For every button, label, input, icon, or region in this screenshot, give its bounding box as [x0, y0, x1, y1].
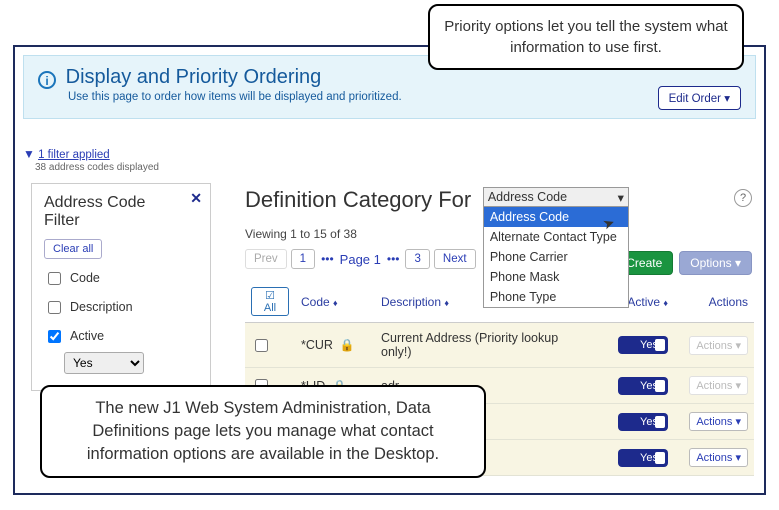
- checkbox-description[interactable]: [48, 301, 61, 314]
- col-actions: Actions: [674, 281, 754, 323]
- banner-title: Display and Priority Ordering: [66, 66, 322, 88]
- info-icon: i: [38, 71, 56, 89]
- page-1-button[interactable]: 1: [291, 249, 315, 269]
- dropdown-item[interactable]: Address Code: [484, 207, 628, 227]
- ellipsis-icon: •••: [385, 252, 402, 266]
- page-title: Definition Category For: [245, 187, 471, 213]
- all-label: All: [264, 302, 276, 314]
- cell-code: *CUR 🔒: [295, 323, 375, 368]
- filter-option-code[interactable]: Code: [44, 269, 198, 288]
- col-code[interactable]: Code ♦: [295, 281, 375, 323]
- checkbox-code[interactable]: [48, 272, 61, 285]
- filter-option-label: Description: [70, 300, 133, 314]
- filter-option-active[interactable]: Active: [44, 327, 198, 346]
- sort-icon: ♦: [333, 298, 338, 308]
- filter-applied-link[interactable]: 1 filter applied: [38, 149, 110, 161]
- sort-icon: ♦: [663, 298, 668, 308]
- table-row: *CUR 🔒Current Address (Priority lookup o…: [245, 323, 754, 368]
- active-toggle[interactable]: Yes: [618, 449, 668, 467]
- close-icon[interactable]: ✕: [190, 190, 202, 207]
- active-toggle[interactable]: Yes: [618, 336, 668, 354]
- active-select[interactable]: Yes: [64, 352, 144, 374]
- funnel-icon: ▼: [23, 147, 35, 161]
- sidebar-filter-panel: ✕ Address Code Filter Clear all Code Des…: [31, 183, 211, 391]
- select-all-button[interactable]: ☑ All: [251, 287, 289, 316]
- active-toggle[interactable]: Yes: [618, 413, 668, 431]
- row-actions-button: Actions ▾: [689, 376, 748, 395]
- callout-top: Priority options let you tell the system…: [428, 4, 744, 70]
- page-3-button[interactable]: 3: [405, 249, 429, 269]
- page-indicator: Page 1: [340, 252, 381, 267]
- row-actions-button[interactable]: Actions ▾: [689, 412, 748, 431]
- ellipsis-icon: •••: [319, 252, 336, 266]
- category-select-value: Address Code: [488, 190, 567, 204]
- filter-sub: 38 address codes displayed: [35, 162, 159, 173]
- active-toggle[interactable]: Yes: [618, 377, 668, 395]
- prev-button[interactable]: Prev: [245, 249, 287, 269]
- filter-applied-row: ▼ 1 filter applied 38 address codes disp…: [23, 147, 159, 173]
- cell-description: Current Address (Priority lookup only!): [375, 323, 594, 368]
- lock-icon: 🔒: [340, 338, 355, 352]
- options-button[interactable]: Options ▾: [679, 251, 752, 275]
- options-label: Options: [690, 256, 731, 270]
- caret-down-icon: ▾: [735, 256, 741, 270]
- sort-icon: ♦: [444, 298, 449, 308]
- row-checkbox[interactable]: [255, 339, 268, 352]
- callout-bottom: The new J1 Web System Administration, Da…: [40, 385, 486, 478]
- edit-order-label: Edit Order: [669, 93, 721, 105]
- caret-down-icon: ▾: [724, 93, 730, 105]
- dropdown-item[interactable]: Phone Carrier: [484, 247, 628, 267]
- category-select[interactable]: Address Code ▾: [483, 187, 629, 207]
- row-actions-button[interactable]: Actions ▾: [689, 448, 748, 467]
- chevron-down-icon: ▾: [618, 190, 624, 205]
- dropdown-item[interactable]: Alternate Contact Type: [484, 227, 628, 247]
- dropdown-item[interactable]: Phone Type: [484, 287, 628, 307]
- category-dropdown: Address Code Alternate Contact Type Phon…: [483, 207, 629, 308]
- filter-option-label: Active: [70, 329, 104, 343]
- dropdown-item[interactable]: Phone Mask: [484, 267, 628, 287]
- banner-subtitle: Use this page to order how items will be…: [68, 91, 741, 103]
- clear-all-button[interactable]: Clear all: [44, 239, 102, 259]
- next-button[interactable]: Next: [434, 249, 476, 269]
- create-label: Create: [626, 256, 662, 270]
- filter-option-description[interactable]: Description: [44, 298, 198, 317]
- row-actions-button: Actions ▾: [689, 336, 748, 355]
- help-icon[interactable]: ?: [734, 189, 752, 207]
- edit-order-button[interactable]: Edit Order ▾: [658, 86, 741, 110]
- filter-option-label: Code: [70, 271, 100, 285]
- sidebar-title: Address Code Filter: [44, 194, 198, 231]
- checkbox-active[interactable]: [48, 330, 61, 343]
- check-icon: ☑: [265, 290, 275, 302]
